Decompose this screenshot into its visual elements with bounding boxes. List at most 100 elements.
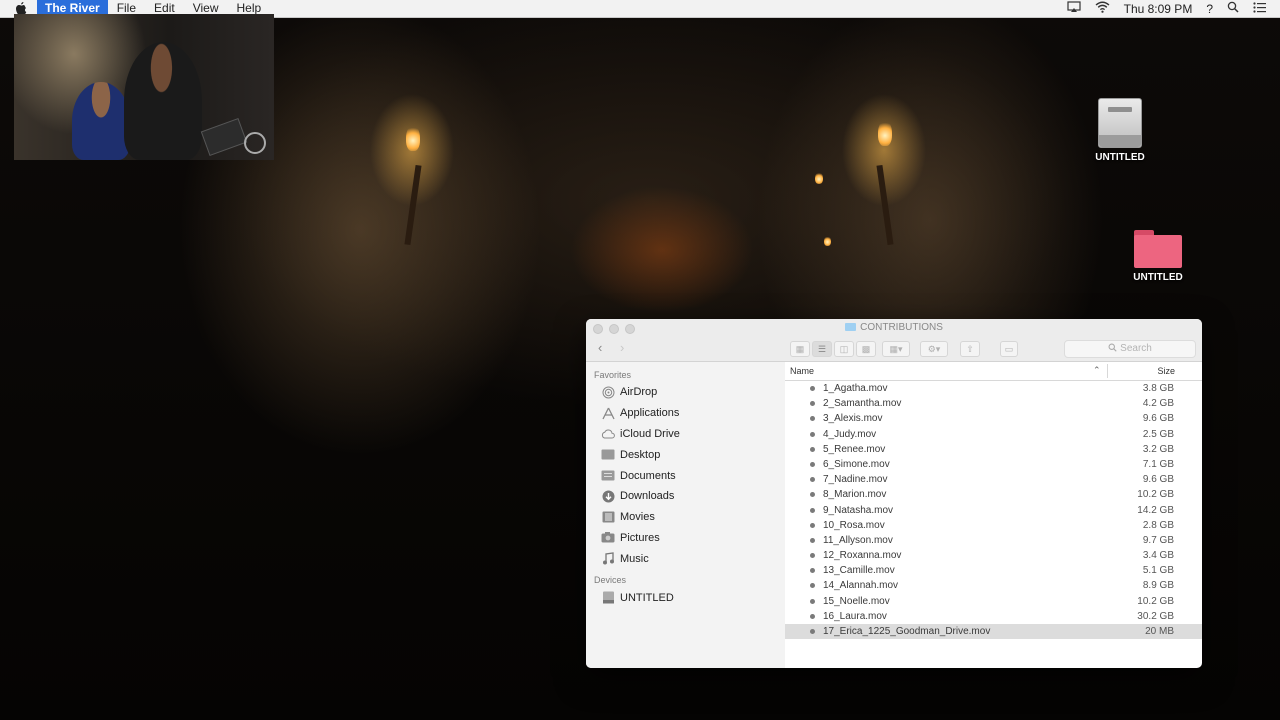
- column-view-button[interactable]: ◫: [834, 341, 854, 357]
- file-row[interactable]: 3_Alexis.mov 9.6 GB: [785, 411, 1202, 426]
- gear-icon[interactable]: ⚙▾: [920, 341, 948, 357]
- file-name: 6_Simone.mov: [823, 458, 890, 470]
- sidebar-item-movies[interactable]: Movies: [586, 507, 785, 528]
- column-header-size[interactable]: Size: [1157, 366, 1175, 376]
- file-row[interactable]: 9_Natasha.mov 14.2 GB: [785, 503, 1202, 518]
- file-row[interactable]: 1_Agatha.mov 3.8 GB: [785, 381, 1202, 396]
- cover-flow-button[interactable]: ▩: [856, 341, 876, 357]
- movie-file-icon: [810, 522, 815, 528]
- file-list: Name ⌃ Size 1_Agatha.mov 3.8 GB 2_Samantha…: [785, 362, 1202, 668]
- sidebar-item-label: Movies: [620, 511, 655, 524]
- music-icon: [601, 552, 615, 566]
- movie-file-icon: [810, 568, 815, 574]
- file-size: 10.2 GB: [1137, 595, 1174, 607]
- finder-titlebar[interactable]: CONTRIBUTIONS: [586, 319, 1202, 337]
- file-row[interactable]: 6_Simone.mov 7.1 GB: [785, 457, 1202, 472]
- file-row[interactable]: 12_Roxanna.mov 3.4 GB: [785, 548, 1202, 563]
- file-name: 4_Judy.mov: [823, 428, 877, 440]
- desktop-drive-untitled[interactable]: UNTITLED: [1092, 98, 1148, 163]
- movie-file-icon: [810, 492, 815, 498]
- file-name: 12_Roxanna.mov: [823, 550, 902, 562]
- spotlight-search-icon[interactable]: [1227, 1, 1239, 16]
- sidebar-item-applications[interactable]: Applications: [586, 403, 785, 424]
- sidebar-item-desktop[interactable]: Desktop: [586, 444, 785, 465]
- file-row[interactable]: 4_Judy.mov 2.5 GB: [785, 427, 1202, 442]
- desktop-folder-label: UNTITLED: [1133, 272, 1183, 283]
- movie-file-icon: [810, 401, 815, 407]
- movie-file-icon: [810, 537, 815, 543]
- tags-icon[interactable]: ▭: [1000, 341, 1018, 357]
- sidebar-item-downloads[interactable]: Downloads: [586, 486, 785, 507]
- file-row[interactable]: 2_Samantha.mov 4.2 GB: [785, 396, 1202, 411]
- icon-view-button[interactable]: ▦: [790, 341, 810, 357]
- sidebar-item-airdrop[interactable]: AirDrop: [586, 382, 785, 403]
- sidebar-item-icloud[interactable]: iCloud Drive: [586, 424, 785, 445]
- movie-file-icon: [810, 477, 815, 483]
- file-row[interactable]: 15_Noelle.mov 10.2 GB: [785, 594, 1202, 609]
- flame-left: [406, 125, 420, 151]
- file-row[interactable]: 8_Marion.mov 10.2 GB: [785, 487, 1202, 502]
- sidebar-item-music[interactable]: Music: [586, 548, 785, 569]
- arrange-button-icon[interactable]: ▦▾: [882, 341, 910, 357]
- column-header-name[interactable]: Name: [790, 366, 814, 376]
- drive-icon: [1098, 98, 1142, 148]
- file-name: 14_Alannah.mov: [823, 580, 899, 592]
- drive-icon: [601, 591, 615, 605]
- movie-file-icon: [810, 416, 815, 422]
- file-size: 3.2 GB: [1142, 443, 1174, 455]
- movie-file-icon: [810, 598, 815, 604]
- notification-center-icon[interactable]: [1253, 1, 1266, 16]
- sidebar-item-label: UNTITLED: [620, 591, 674, 604]
- file-size: 2.5 GB: [1142, 428, 1174, 440]
- forward-button-icon[interactable]: ›: [620, 340, 624, 355]
- sidebar-item-pictures[interactable]: Pictures: [586, 528, 785, 549]
- sidebar-item-untitled-drive[interactable]: UNTITLED: [586, 587, 785, 608]
- help-icon[interactable]: ?: [1206, 2, 1213, 16]
- file-size: 5.1 GB: [1142, 565, 1174, 577]
- downloads-icon: [601, 489, 615, 503]
- file-row[interactable]: 10_Rosa.mov 2.8 GB: [785, 518, 1202, 533]
- search-icon: [1108, 343, 1117, 352]
- flame-far-center: [824, 236, 831, 246]
- list-view-button[interactable]: ☰: [812, 341, 832, 357]
- file-size: 9.6 GB: [1142, 474, 1174, 486]
- devices-heading: Devices: [594, 575, 627, 586]
- search-input[interactable]: Search: [1064, 340, 1196, 358]
- file-row[interactable]: 11_Allyson.mov 9.7 GB: [785, 533, 1202, 548]
- flame-right: [878, 120, 892, 146]
- desktop-icon: [601, 448, 615, 462]
- column-divider[interactable]: [1107, 364, 1108, 378]
- back-button-icon[interactable]: ‹: [598, 340, 602, 355]
- torch-right: [876, 164, 894, 246]
- desktop-folder-untitled[interactable]: UNTITLED: [1126, 230, 1190, 283]
- file-size: 9.6 GB: [1142, 413, 1174, 425]
- file-row[interactable]: 16_Laura.mov 30.2 GB: [785, 609, 1202, 624]
- file-name: 9_Natasha.mov: [823, 504, 894, 516]
- person-right: [124, 42, 202, 160]
- file-row[interactable]: 17_Erica_1225_Goodman_Drive.mov 20 MB: [785, 624, 1202, 640]
- file-row[interactable]: 7_Nadine.mov 9.6 GB: [785, 472, 1202, 487]
- sidebar-item-label: iCloud Drive: [620, 427, 680, 440]
- favorites-heading: Favorites: [594, 370, 632, 380]
- file-name: 1_Agatha.mov: [823, 383, 888, 394]
- file-size: 8.9 GB: [1142, 580, 1174, 592]
- file-size: 30.2 GB: [1137, 610, 1174, 622]
- sidebar-item-label: Pictures: [620, 531, 660, 544]
- airplay-icon[interactable]: [1067, 1, 1081, 16]
- window-title-text: CONTRIBUTIONS: [860, 322, 943, 333]
- movie-file-icon: [810, 613, 815, 619]
- file-row[interactable]: 13_Camille.mov 5.1 GB: [785, 563, 1202, 578]
- documents-icon: [601, 469, 615, 483]
- file-size: 14.2 GB: [1137, 504, 1174, 516]
- sidebar-item-documents[interactable]: Documents: [586, 465, 785, 486]
- file-row[interactable]: 14_Alannah.mov 8.9 GB: [785, 578, 1202, 593]
- sort-ascending-icon[interactable]: ⌃: [1093, 365, 1101, 376]
- webcam-device-icon: [244, 132, 266, 154]
- file-name: 17_Erica_1225_Goodman_Drive.mov: [823, 626, 991, 637]
- share-icon[interactable]: ⇧: [960, 341, 980, 357]
- file-row[interactable]: 5_Renee.mov 3.2 GB: [785, 442, 1202, 457]
- desktop-drive-label: UNTITLED: [1095, 152, 1145, 163]
- wifi-icon[interactable]: [1095, 1, 1110, 16]
- movie-file-icon: [810, 386, 815, 391]
- clock[interactable]: Thu 8:09 PM: [1124, 2, 1193, 16]
